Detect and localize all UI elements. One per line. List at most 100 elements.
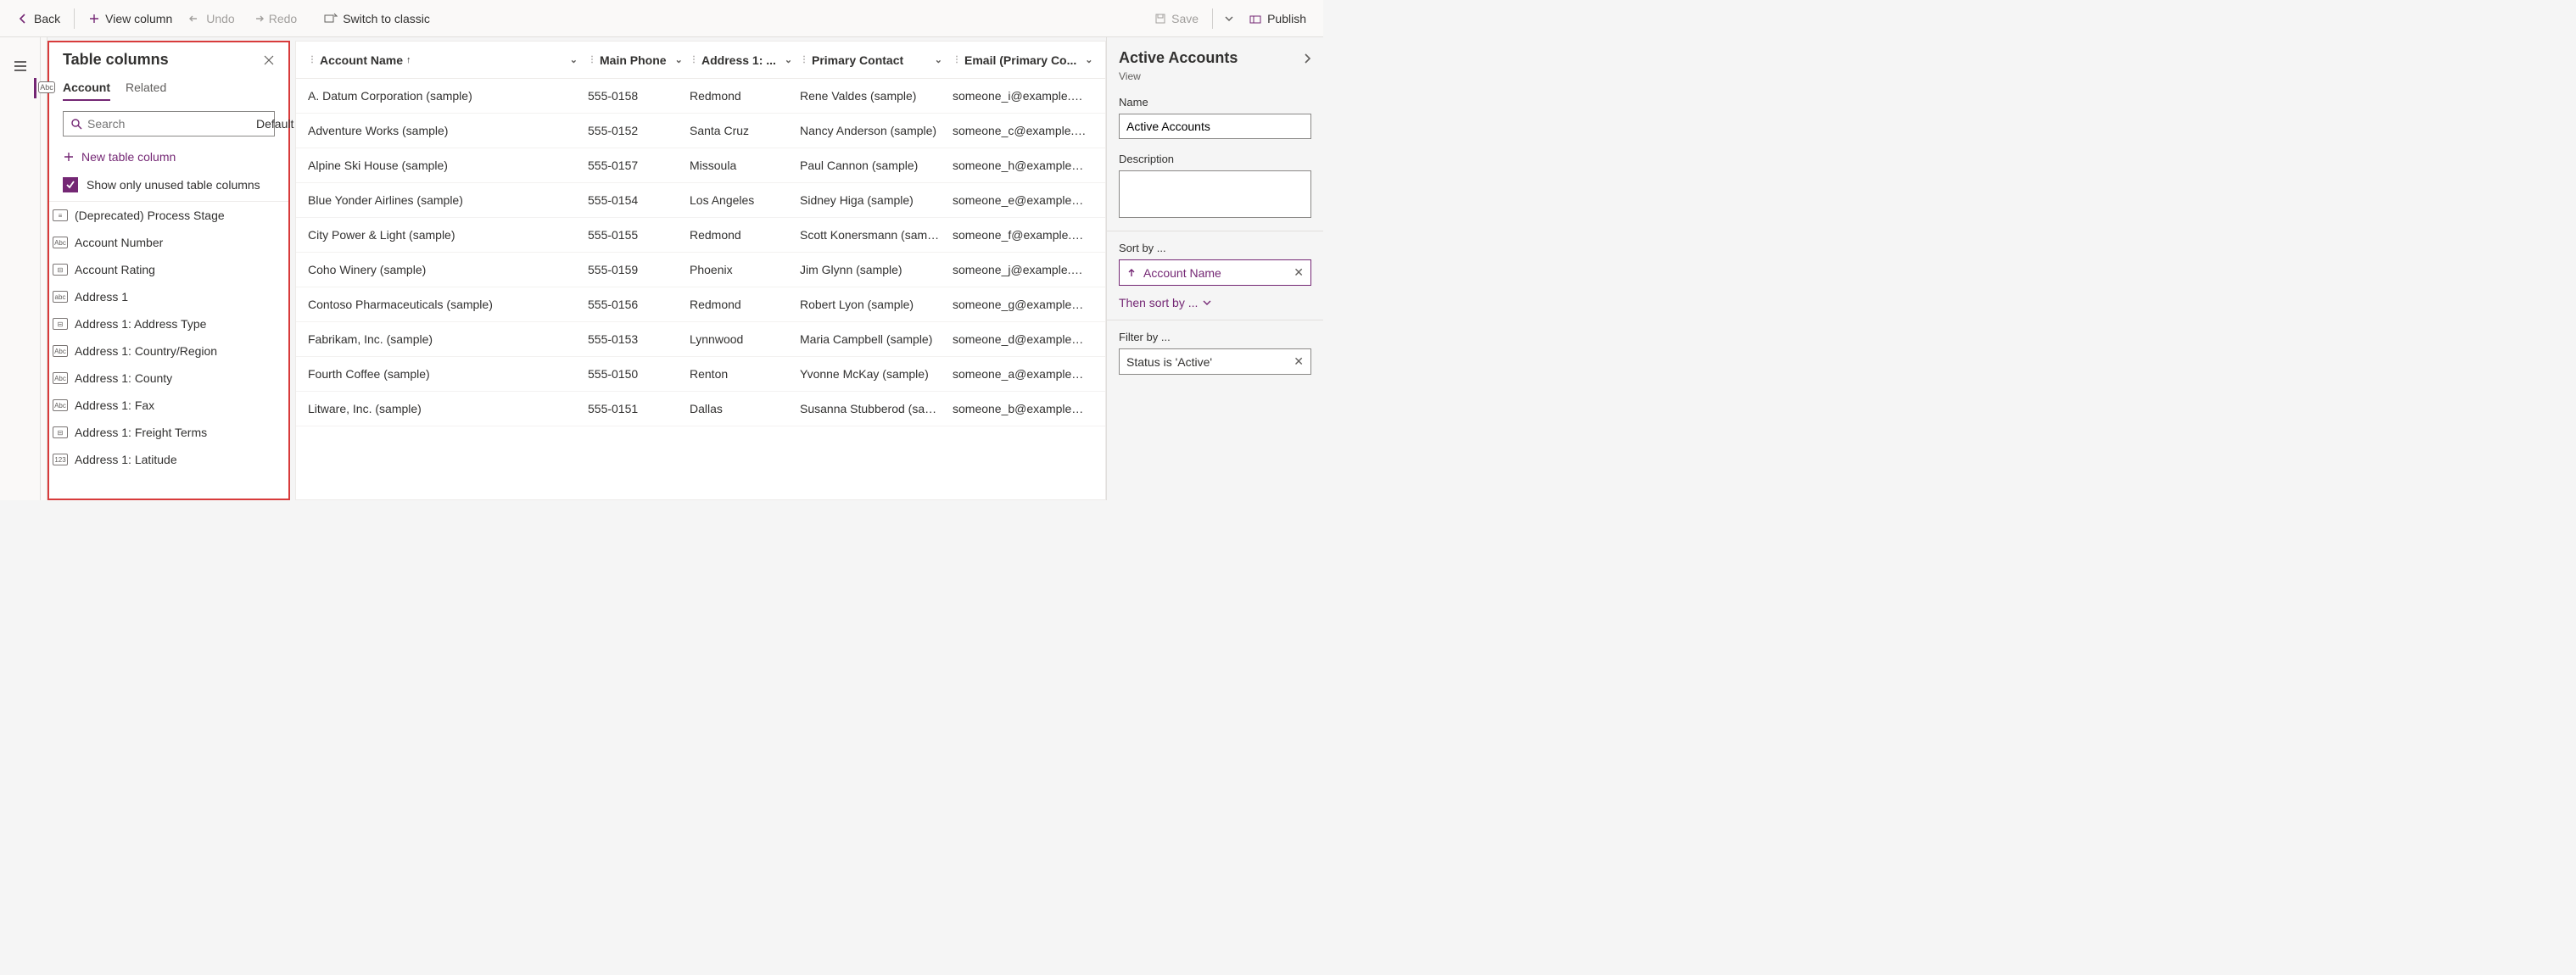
column-header-account-name[interactable]: ⋮ Account Name ↑ ⌄ [303, 53, 583, 67]
table-row[interactable]: Fabrikam, Inc. (sample)555-0153LynnwoodM… [296, 322, 1105, 357]
side-title: Active Accounts [1119, 49, 1238, 67]
chevron-down-icon[interactable]: ⌄ [670, 54, 683, 65]
name-input[interactable] [1119, 114, 1311, 139]
filter-value: Status is 'Active' [1126, 355, 1212, 369]
column-header-email[interactable]: ⋮ Email (Primary Co... ⌄ [947, 53, 1092, 67]
column-list-item[interactable]: 123Address 1: Latitude [53, 446, 275, 473]
sort-chip[interactable]: Account Name ✕ [1119, 259, 1311, 286]
tab-account[interactable]: Account [63, 81, 110, 101]
redo-button[interactable]: Redo [245, 8, 304, 29]
panel-close-button[interactable] [263, 54, 275, 66]
column-header-primary-contact[interactable]: ⋮ Primary Contact ⌄ [795, 53, 947, 67]
column-list-item[interactable]: AbcAccount Number [53, 229, 275, 256]
description-label: Description [1119, 153, 1311, 165]
cell-email: someone_e@example.com [947, 193, 1092, 207]
grip-icon: ⋮ [308, 55, 316, 64]
filter-chip[interactable]: Status is 'Active' ✕ [1119, 348, 1311, 375]
table-body[interactable]: A. Datum Corporation (sample)555-0158Red… [296, 79, 1105, 426]
column-type-icon: ⊟ [53, 264, 68, 276]
filter-label: Filter by ... [1119, 331, 1311, 343]
column-header-address[interactable]: ⋮ Address 1: ... ⌄ [685, 53, 795, 67]
column-list-item[interactable]: AbcAddress 1: County [53, 365, 275, 392]
cell-contact: Paul Cannon (sample) [795, 159, 947, 172]
header-label: Primary Contact [812, 53, 903, 67]
table-row[interactable]: Contoso Pharmaceuticals (sample)555-0156… [296, 287, 1105, 322]
cell-phone: 555-0155 [583, 228, 685, 242]
chevron-down-icon[interactable]: ⌄ [565, 54, 578, 65]
text-field-icon[interactable]: Abc [38, 81, 55, 93]
cell-name: Blue Yonder Airlines (sample) [303, 193, 583, 207]
cell-contact: Susanna Stubberod (samp... [795, 402, 947, 415]
cell-contact: Scott Konersmann (sample) [795, 228, 947, 242]
header-label: Address 1: ... [701, 53, 776, 67]
cell-name: Fabrikam, Inc. (sample) [303, 332, 583, 346]
cell-addr: Dallas [685, 402, 795, 415]
show-unused-checkbox[interactable] [63, 177, 78, 192]
column-list-item[interactable]: ≡(Deprecated) Process Stage [53, 202, 275, 229]
name-label: Name [1119, 96, 1311, 109]
save-chevron-button[interactable] [1220, 11, 1238, 26]
column-list-item[interactable]: abcAddress 1 [53, 283, 275, 310]
view-column-button[interactable]: View column [81, 8, 179, 29]
column-item-label: (Deprecated) Process Stage [75, 209, 225, 222]
cell-contact: Jim Glynn (sample) [795, 263, 947, 276]
then-sort-button[interactable]: Then sort by ... [1119, 296, 1311, 309]
chevron-down-icon[interactable]: ⌄ [930, 54, 942, 65]
table-row[interactable]: City Power & Light (sample)555-0155Redmo… [296, 218, 1105, 253]
search-icon [70, 118, 82, 130]
chevron-down-icon[interactable]: ⌄ [780, 54, 792, 65]
column-list-item[interactable]: ⊟Account Rating [53, 256, 275, 283]
description-input[interactable] [1119, 170, 1311, 218]
table-columns-panel: Table columns Account Related Default [47, 41, 290, 500]
table-row[interactable]: Coho Winery (sample)555-0159PhoenixJim G… [296, 253, 1105, 287]
cell-addr: Redmond [685, 228, 795, 242]
publish-button[interactable]: Publish [1242, 8, 1313, 29]
chevron-down-icon[interactable]: ⌄ [1080, 54, 1092, 65]
undo-button[interactable]: Undo [182, 8, 241, 29]
cell-name: Adventure Works (sample) [303, 124, 583, 137]
chevron-down-icon [1203, 298, 1211, 307]
column-type-icon: Abc [53, 345, 68, 357]
column-list-item[interactable]: ⊟Address 1: Freight Terms [53, 419, 275, 446]
table-row[interactable]: A. Datum Corporation (sample)555-0158Red… [296, 79, 1105, 114]
cell-addr: Missoula [685, 159, 795, 172]
properties-panel: Active Accounts View Name Description So… [1106, 37, 1323, 500]
column-item-label: Address 1: Freight Terms [75, 426, 207, 439]
save-button[interactable]: Save [1148, 8, 1205, 29]
cell-addr: Phoenix [685, 263, 795, 276]
hamburger-icon [14, 60, 27, 72]
header-label: Main Phone [600, 53, 667, 67]
switch-classic-label: Switch to classic [343, 12, 430, 25]
column-list-item[interactable]: ⊟Address 1: Address Type [53, 310, 275, 337]
sort-asc-icon: ↑ [406, 55, 411, 65]
table-row[interactable]: Adventure Works (sample)555-0152Santa Cr… [296, 114, 1105, 148]
undo-label: Undo [206, 12, 234, 25]
column-header-main-phone[interactable]: ⋮ Main Phone ⌄ [583, 53, 685, 67]
table-row[interactable]: Alpine Ski House (sample)555-0157Missoul… [296, 148, 1105, 183]
table-row[interactable]: Fourth Coffee (sample)555-0150RentonYvon… [296, 357, 1105, 392]
back-button[interactable]: Back [10, 8, 67, 29]
column-list-item[interactable]: AbcAddress 1: Country/Region [53, 337, 275, 365]
new-column-button[interactable]: New table column [63, 148, 275, 165]
name-section: Name Description [1107, 92, 1323, 231]
switch-classic-button[interactable]: Switch to classic [317, 8, 437, 29]
column-list[interactable]: ≡(Deprecated) Process StageAbcAccount Nu… [49, 201, 288, 499]
column-list-item[interactable]: AbcAddress 1: Fax [53, 392, 275, 419]
expand-button[interactable] [1303, 53, 1311, 64]
cell-phone: 555-0150 [583, 367, 685, 381]
cell-contact: Maria Campbell (sample) [795, 332, 947, 346]
grip-icon: ⋮ [588, 55, 596, 64]
cell-addr: Renton [685, 367, 795, 381]
remove-filter-button[interactable]: ✕ [1294, 354, 1304, 369]
search-input[interactable] [87, 117, 241, 131]
table-row[interactable]: Blue Yonder Airlines (sample)555-0154Los… [296, 183, 1105, 218]
hamburger-button[interactable] [7, 53, 34, 80]
cell-phone: 555-0156 [583, 298, 685, 311]
back-arrow-icon [17, 13, 29, 25]
main-layout: Abc Table columns Account Related [0, 37, 1323, 500]
tab-related[interactable]: Related [126, 81, 166, 101]
table-row[interactable]: Litware, Inc. (sample)555-0151DallasSusa… [296, 392, 1105, 426]
column-type-icon: Abc [53, 399, 68, 411]
view-column-label: View column [105, 12, 172, 25]
remove-sort-button[interactable]: ✕ [1294, 265, 1304, 280]
